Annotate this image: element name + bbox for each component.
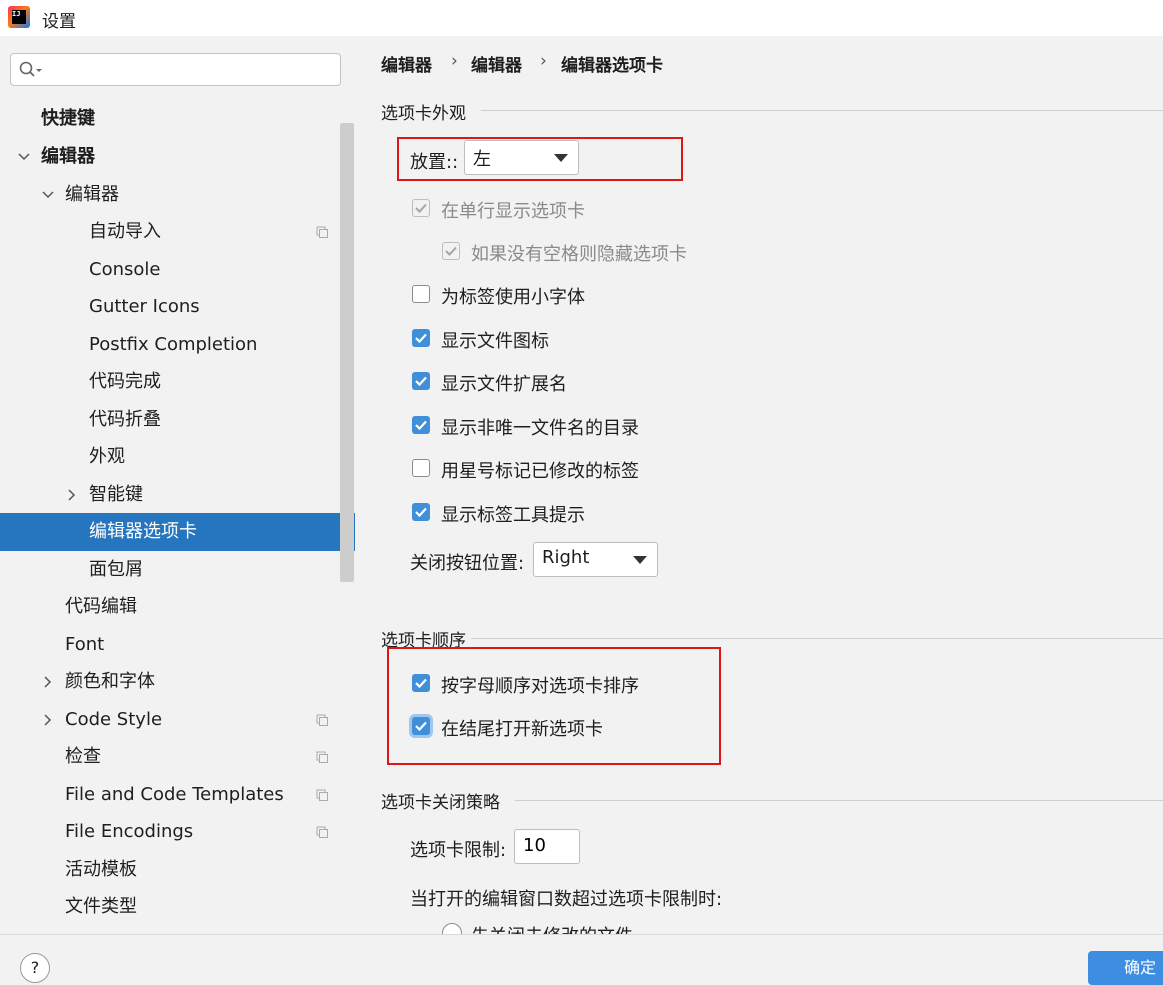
checkbox-open-at-end[interactable] (412, 717, 430, 735)
sidebar-item-breadcrumbs[interactable]: 面包屑 (0, 551, 355, 589)
annotation-box (387, 647, 721, 765)
checkbox-show-extension-label: 显示文件扩展名 (441, 374, 567, 395)
section-title-closing-policy: 选项卡关闭策略 (381, 793, 500, 813)
chevron-right-icon[interactable] (65, 488, 79, 502)
window-title: 设置 (42, 12, 76, 32)
breadcrumb-item: 编辑器 (381, 56, 432, 76)
dropdown-arrow-icon (633, 556, 647, 564)
project-scope-icon (316, 789, 328, 801)
checkbox-show-file-icon[interactable] (412, 329, 430, 347)
checkbox-show-file-icon-label: 显示文件图标 (441, 331, 549, 352)
checkbox-open-at-end-label: 在结尾打开新选项卡 (441, 719, 603, 740)
checkbox-sort-alphabetically-label: 按字母顺序对选项卡排序 (441, 676, 639, 697)
settings-content: 编辑器 › 编辑器 › 编辑器选项卡 选项卡外观 放置:: 左 在单行显示选项卡… (355, 36, 1163, 934)
checkmark-icon (415, 507, 427, 518)
section-divider (515, 800, 1163, 801)
close-button-position-dropdown[interactable]: Right (533, 542, 658, 577)
project-scope-icon (316, 226, 328, 238)
tab-limit-field[interactable] (514, 829, 580, 864)
checkbox-mark-modified[interactable] (412, 459, 430, 477)
sidebar-item-console[interactable]: Console (0, 251, 355, 289)
sidebar-item-file-types[interactable]: 文件类型 (0, 888, 355, 926)
dropdown-arrow-icon (554, 154, 568, 162)
section-divider (481, 110, 1163, 111)
chevron-down-icon[interactable] (41, 188, 55, 202)
sidebar-item-font[interactable]: Font (0, 626, 355, 664)
close-button-position-label: 关闭按钮位置: (410, 553, 525, 574)
sidebar-item-code-editing[interactable]: 代码编辑 (0, 588, 355, 626)
breadcrumb-item: 编辑器 (471, 56, 522, 76)
chevron-right-icon[interactable] (41, 713, 55, 727)
project-scope-icon (316, 751, 328, 763)
tab-limit-label: 选项卡限制: (410, 840, 507, 861)
radio-close-unmodified[interactable] (442, 923, 462, 934)
checkmark-icon (415, 420, 427, 431)
checkmark-icon (415, 203, 427, 213)
chevron-down-icon[interactable] (17, 150, 31, 164)
checkmark-icon (415, 333, 427, 344)
checkbox-sort-alphabetically[interactable] (412, 674, 430, 692)
placement-label: 放置:: (410, 152, 459, 173)
checkbox-small-font[interactable] (412, 285, 430, 303)
section-title-appearance: 选项卡外观 (381, 104, 466, 124)
checkmark-icon (415, 376, 427, 387)
sidebar-scrollbar[interactable] (340, 123, 354, 582)
help-button[interactable]: ? (20, 953, 50, 983)
breadcrumb-separator: › (451, 51, 458, 71)
tab-limit-input[interactable] (515, 830, 579, 860)
checkmark-icon (415, 678, 427, 689)
sidebar-item-postfix-completion[interactable]: Postfix Completion (0, 326, 355, 364)
sidebar-item-editor-tabs[interactable]: 编辑器选项卡 (0, 513, 355, 551)
sidebar-item-auto-import[interactable]: 自动导入 (0, 213, 355, 251)
checkbox-show-tooltips[interactable] (412, 503, 430, 521)
checkbox-hide-if-no-space-label: 如果没有空格则隐藏选项卡 (471, 244, 687, 265)
checkbox-small-font-label: 为标签使用小字体 (441, 287, 585, 308)
section-divider (471, 638, 1163, 639)
sidebar-item-file-encodings[interactable]: File Encodings (0, 813, 355, 851)
title-bar: IJ 设置 (0, 0, 1163, 36)
sidebar-item-code-folding[interactable]: 代码折叠 (0, 401, 355, 439)
sidebar-item-editor-general[interactable]: 编辑器 (0, 176, 355, 214)
checkmark-icon (445, 246, 457, 256)
sidebar-item-code-style[interactable]: Code Style (0, 701, 355, 739)
sidebar-item-editor[interactable]: 编辑器 (0, 138, 355, 176)
intellij-idea-icon: IJ (8, 6, 30, 28)
checkbox-show-directory-label: 显示非唯一文件名的目录 (441, 418, 639, 439)
checkbox-single-row-label: 在单行显示选项卡 (441, 201, 585, 222)
radio-close-unmodified-label: 先关闭未修改的文件 (471, 922, 633, 934)
sidebar-item-smart-keys[interactable]: 智能键 (0, 476, 355, 514)
checkbox-show-directory[interactable] (412, 416, 430, 434)
sidebar-item-appearance[interactable]: 外观 (0, 438, 355, 476)
checkbox-single-row[interactable] (412, 199, 430, 217)
sidebar-item-gutter-icons[interactable]: Gutter Icons (0, 288, 355, 326)
chevron-right-icon[interactable] (41, 675, 55, 689)
search-icon (19, 61, 42, 77)
breadcrumb-current: 编辑器选项卡 (561, 56, 663, 76)
sidebar-item-color-scheme[interactable]: 颜色和字体 (0, 663, 355, 701)
dialog-footer: ? 确定 (0, 934, 1163, 985)
breadcrumb-separator: › (540, 51, 547, 71)
sidebar-item-inspections[interactable]: 检查 (0, 738, 355, 776)
settings-sidebar: 快捷键 编辑器 编辑器 自动导入 Console Gutter Icons Po… (0, 36, 355, 934)
checkbox-show-extension[interactable] (412, 372, 430, 390)
ok-button[interactable]: 确定 (1088, 951, 1163, 985)
project-scope-icon (316, 826, 328, 838)
sidebar-item-keymap[interactable]: 快捷键 (0, 100, 355, 138)
search-input[interactable] (51, 59, 335, 83)
checkbox-mark-modified-label: 用星号标记已修改的标签 (441, 461, 639, 482)
sidebar-item-live-templates[interactable]: 活动模板 (0, 851, 355, 889)
checkbox-show-tooltips-label: 显示标签工具提示 (441, 505, 585, 526)
checkbox-hide-if-no-space[interactable] (442, 242, 460, 260)
sidebar-item-file-code-templates[interactable]: File and Code Templates (0, 776, 355, 814)
search-box[interactable] (10, 53, 341, 86)
exceed-policy-label: 当打开的编辑窗口数超过选项卡限制时: (410, 889, 723, 910)
sidebar-item-code-completion[interactable]: 代码完成 (0, 363, 355, 401)
checkmark-icon (415, 721, 427, 732)
placement-dropdown[interactable]: 左 (464, 140, 579, 175)
project-scope-icon (316, 714, 328, 726)
